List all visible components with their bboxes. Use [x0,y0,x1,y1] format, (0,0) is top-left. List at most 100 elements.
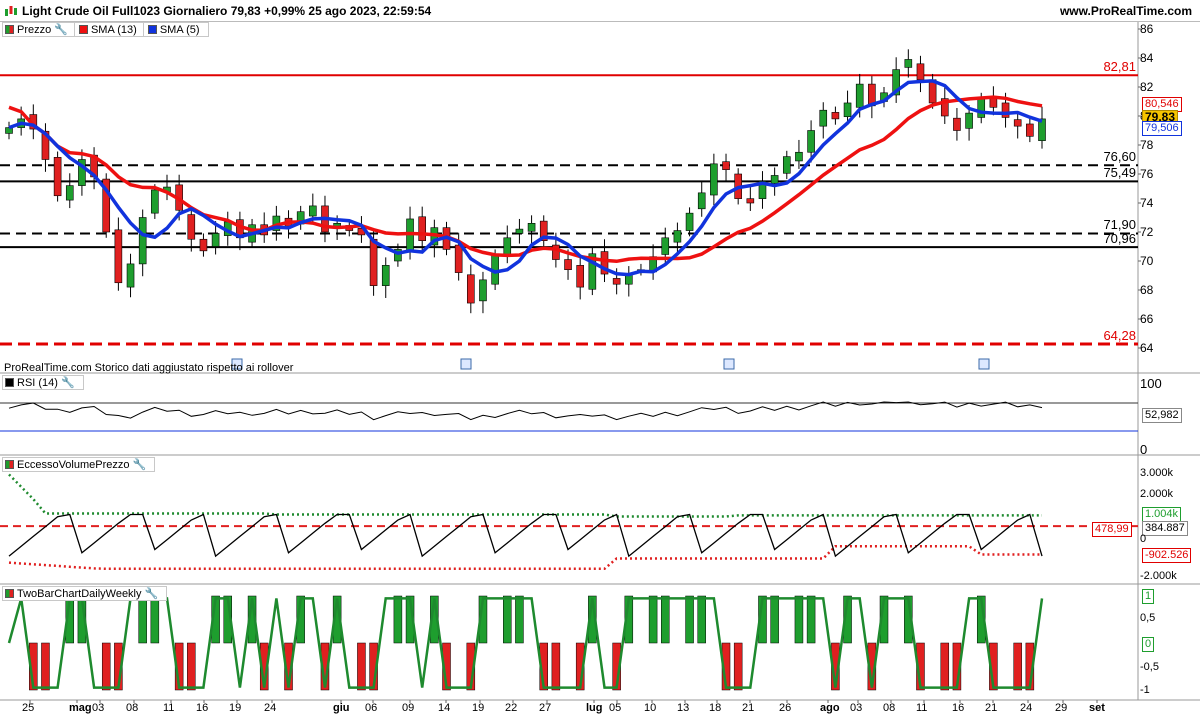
volume-legend-label: EccessoVolumePrezzo [17,458,130,471]
event-marker-icon [723,358,735,370]
twobar-bar [551,642,561,691]
price-tick: 68 [1140,283,1154,297]
twobar-tick-1: 1 [1142,589,1155,604]
x-tick-label: 19 [472,702,485,714]
data-footnote: ProRealTime.com Storico dati aggiustato … [4,362,294,374]
candle-body [697,192,706,210]
candle-body [479,279,487,302]
x-tick-label: 18 [709,702,722,714]
vol-tick-minus2000k: -2.000k [1140,570,1177,582]
twobar-bar [806,595,816,644]
rsi-legend-label: RSI (14) [17,376,58,389]
twobar-bar [648,595,658,644]
sma5-line [8,79,1043,277]
candle-body [746,198,755,204]
candle-body [1013,119,1022,127]
candle-body [65,185,74,201]
sma5-value-tag: 79,506 [1142,121,1182,136]
x-tick-label: mag [69,702,92,714]
volume-upper-band [8,473,1042,518]
level-label: 70,96 [1103,231,1136,247]
candle-body [989,98,998,108]
twobar-tick-minus05: -0,5 [1140,661,1159,673]
price-tick: 86 [1140,22,1154,36]
candle-body [114,229,123,284]
vol-upper-tag: 1.004k [1142,507,1182,522]
x-tick-label: 06 [365,702,378,714]
candle-body [454,244,463,273]
candle-body [612,278,621,285]
price-tick: 72 [1140,225,1154,239]
x-tick-label: 21 [985,702,998,714]
wrench-icon[interactable]: 🔧 [61,376,75,389]
level-label: 82,81 [1103,59,1136,75]
twobar-bar [697,595,706,644]
candle-body [807,130,815,153]
x-tick-label: 16 [952,702,965,714]
level-label: 76,60 [1103,149,1136,165]
candle-body [381,265,390,286]
twobar-bar [733,642,743,691]
twobar-legend[interactable]: TwoBarChartDailyWeekly 🔧 [2,586,168,601]
volume-excess-line [8,513,1043,558]
x-tick-label: 10 [644,702,657,714]
x-tick-label: 24 [264,702,277,714]
twobar-bar [393,595,403,644]
twobar-bar [770,595,779,644]
sma13-line [8,95,1043,264]
x-tick-label: 29 [1055,702,1068,714]
price-tick: 82 [1140,80,1154,94]
twobar-bar [138,595,147,644]
price-tick: 64 [1140,341,1154,355]
x-tick-label: 08 [126,702,139,714]
x-tick-label: giu [333,702,350,714]
x-tick-label: 24 [1020,702,1033,714]
candle-body [782,156,791,174]
candle-body [916,63,925,81]
x-tick-label: 03 [92,702,105,714]
candle-body [564,259,572,270]
twobar-bar [685,595,694,644]
x-tick-label: 11 [916,702,928,714]
twobar-bar [41,642,50,691]
price-tick: 70 [1140,254,1154,268]
candle-body [138,217,147,265]
x-tick-label: 27 [539,702,552,714]
twobar-bar [187,642,196,691]
x-tick-label: ago [820,702,840,714]
candle-body [977,98,986,118]
x-tick-label: 08 [883,702,896,714]
level-label: 75,49 [1103,165,1136,181]
twobar-bar [1013,642,1022,691]
x-tick-label: 25 [22,702,35,714]
vol-mid-tag: 478,99 [1092,522,1132,537]
twobar-bar [503,595,512,644]
twobar-bar [357,642,366,691]
candle-body [187,214,196,240]
rsi-tick-0: 0 [1140,442,1148,457]
twobar-bar [940,642,950,691]
wrench-icon[interactable]: 🔧 [133,458,147,471]
rsi-legend[interactable]: RSI (14) 🔧 [2,375,84,390]
chart-canvas[interactable] [0,0,1200,720]
vol-lower-tag: -902.526 [1142,548,1192,563]
x-tick-label: 11 [163,702,175,714]
rsi-swatch-icon [5,378,14,387]
candle-body [576,265,584,288]
candle-body [418,216,427,241]
candle-body [53,157,62,197]
twobar-bar [101,642,111,691]
candle-body [831,112,840,120]
x-tick-label: lug [586,702,603,714]
twobar-bar [794,595,804,644]
x-tick-label: 05 [609,702,622,714]
x-tick-label: set [1089,702,1105,714]
wrench-icon[interactable]: 🔧 [145,587,159,600]
x-tick-label: 14 [438,702,451,714]
candle-body [770,175,779,184]
volume-legend[interactable]: EccessoVolumePrezzo 🔧 [2,457,156,472]
candle-body [722,161,730,170]
candle-body [710,163,718,196]
x-tick-label: 19 [229,702,242,714]
volume-lower-band [8,545,1042,571]
